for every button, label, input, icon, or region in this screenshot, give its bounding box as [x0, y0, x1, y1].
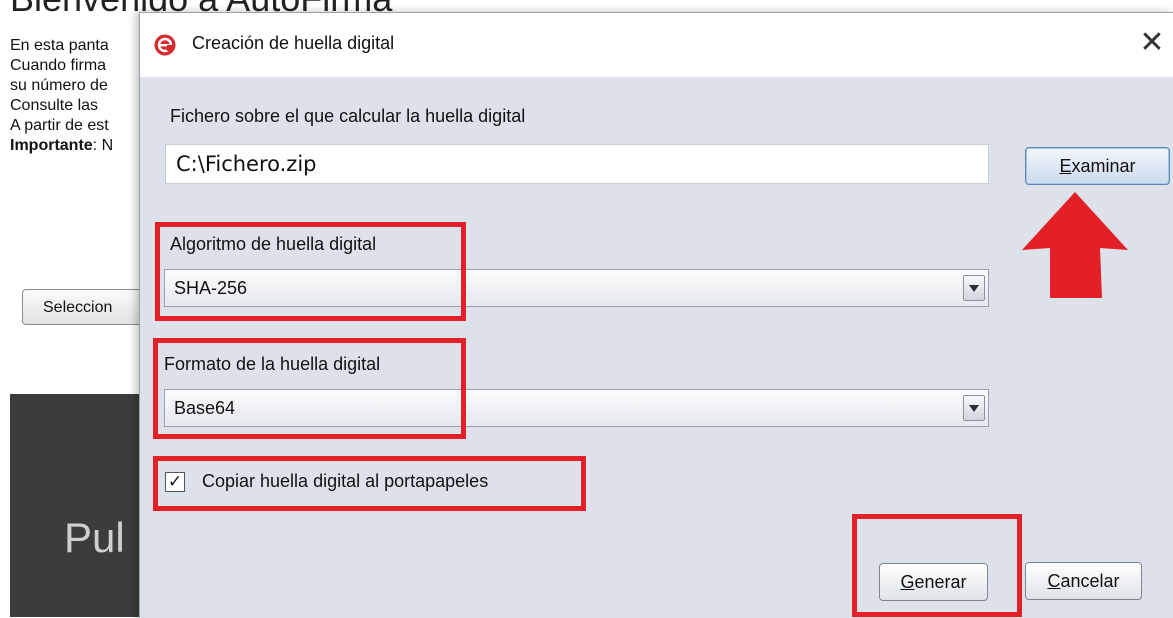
background-line: Consulte las	[10, 97, 99, 114]
dialog-titlebar[interactable]: Creación de huella digital ✕	[140, 13, 1173, 77]
red-arrow-icon	[1022, 192, 1128, 298]
important-rest: : N	[92, 137, 114, 154]
important-label: Importante	[10, 137, 93, 154]
background-line: su número de	[10, 77, 108, 94]
autofirma-logo-icon	[154, 34, 176, 56]
chevron-down-icon[interactable]	[963, 395, 985, 421]
close-icon[interactable]: ✕	[1136, 27, 1168, 59]
examine-mnemonic: E	[1059, 156, 1072, 176]
chevron-down-icon[interactable]	[963, 275, 985, 301]
highlight-copy-checkbox	[153, 456, 586, 511]
highlight-generate-button	[852, 514, 1022, 617]
background-important-line: Importante: N	[10, 136, 150, 156]
background-line: Cuando firma	[10, 57, 107, 74]
examine-button[interactable]: Examinar	[1025, 147, 1170, 185]
select-file-button-label: Seleccion	[43, 299, 113, 316]
file-path-input[interactable]: C:\Fichero.zip	[165, 144, 989, 184]
background-line: En esta panta	[10, 37, 109, 54]
cancel-label: ancelar	[1060, 571, 1120, 591]
background-drop-text: Pul	[64, 514, 125, 561]
highlight-format	[153, 338, 466, 439]
dialog-title: Creación de huella digital	[192, 33, 395, 53]
highlight-algorithm	[155, 222, 466, 321]
background-line: A partir de est	[10, 117, 109, 134]
cancel-button[interactable]: Cancelar	[1025, 562, 1142, 600]
background-drop-panel: Pul	[10, 394, 150, 617]
cancel-mnemonic: C	[1047, 571, 1061, 591]
examine-label: xaminar	[1071, 156, 1136, 176]
file-label: Fichero sobre el que calcular la huella …	[170, 106, 526, 126]
